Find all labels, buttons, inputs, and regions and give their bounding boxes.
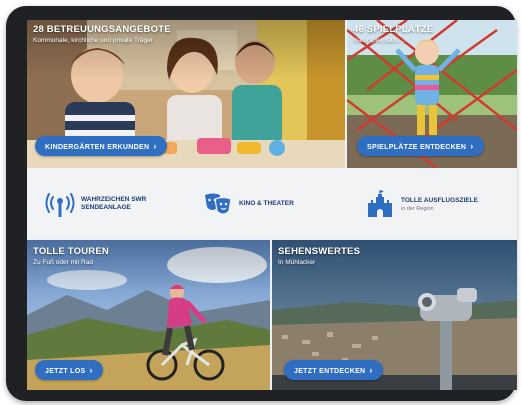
- feature-title: WAHRZEICHEN SWR SENDEANLAGE: [81, 196, 147, 211]
- feature-title: TOLLE AUSFLUGSZIELE: [401, 196, 478, 204]
- theater-masks-icon: [205, 193, 232, 215]
- chevron-right-icon: ›: [369, 365, 373, 375]
- feature-band: WAHRZEICHEN SWR SENDEANLAGE KINO & THEAT…: [27, 168, 517, 239]
- feature-subtitle: in der Region: [401, 205, 434, 212]
- spielplaetze-entdecken-button[interactable]: SPIELPLÄTZE ENTDECKEN ›: [357, 136, 484, 156]
- chevron-right-icon: ›: [470, 141, 474, 151]
- jetzt-entdecken-button[interactable]: JETZT ENTDECKEN ›: [284, 360, 383, 380]
- tile-subtitle: In Mühlacker: [278, 259, 316, 266]
- tile-kindergaerten[interactable]: 28 BETREUUNGSANGEBOTE Kommunale, kirchli…: [27, 20, 345, 168]
- tile-title: TOLLE TOUREN: [33, 246, 109, 257]
- feature-kino-theater[interactable]: KINO & THEATER: [203, 189, 294, 219]
- button-label: JETZT LOS: [45, 368, 86, 375]
- castle-icon: [368, 190, 392, 217]
- tile-subtitle: Zu Fuß oder mit Rad: [33, 259, 93, 266]
- radio-tower-icon: [45, 193, 75, 217]
- tile-subtitle: Kommunale, kirchliche und private Träger: [33, 37, 153, 44]
- feature-title: KINO & THEATER: [239, 200, 294, 207]
- chevron-right-icon: ›: [89, 365, 93, 375]
- tile-tolle-touren[interactable]: TOLLE TOUREN Zu Fuß oder mit Rad JETZT L…: [27, 240, 270, 390]
- chevron-right-icon: ›: [153, 141, 157, 151]
- tile-subtitle: Naturspielplätze…: [353, 37, 407, 44]
- button-label: JETZT ENTDECKEN: [294, 368, 366, 375]
- kindergaerten-erkunden-button[interactable]: KINDERGÄRTEN ERKUNDEN ›: [35, 136, 167, 156]
- tile-title: SEHENSWERTES: [278, 246, 361, 257]
- jetzt-los-button[interactable]: JETZT LOS ›: [35, 360, 103, 380]
- tablet-screen: 28 BETREUUNGSANGEBOTE Kommunale, kirchli…: [27, 20, 517, 390]
- tile-spielplaetze[interactable]: 46 SPIELPLÄTZE Naturspielplätze… SPIELPL…: [347, 20, 517, 168]
- button-label: SPIELPLÄTZE ENTDECKEN: [367, 144, 467, 151]
- tile-title: 28 BETREUUNGSANGEBOTE: [33, 24, 171, 35]
- button-label: KINDERGÄRTEN ERKUNDEN: [45, 144, 150, 151]
- tile-title: 46 SPIELPLÄTZE: [353, 24, 434, 35]
- feature-ausflugsziele[interactable]: TOLLE AUSFLUGSZIELE in der Region: [365, 189, 478, 219]
- tile-sehenswertes[interactable]: SEHENSWERTES In Mühlacker JETZT ENTDECKE…: [272, 240, 517, 390]
- feature-swr-sendeanlage[interactable]: WAHRZEICHEN SWR SENDEANLAGE: [45, 189, 173, 219]
